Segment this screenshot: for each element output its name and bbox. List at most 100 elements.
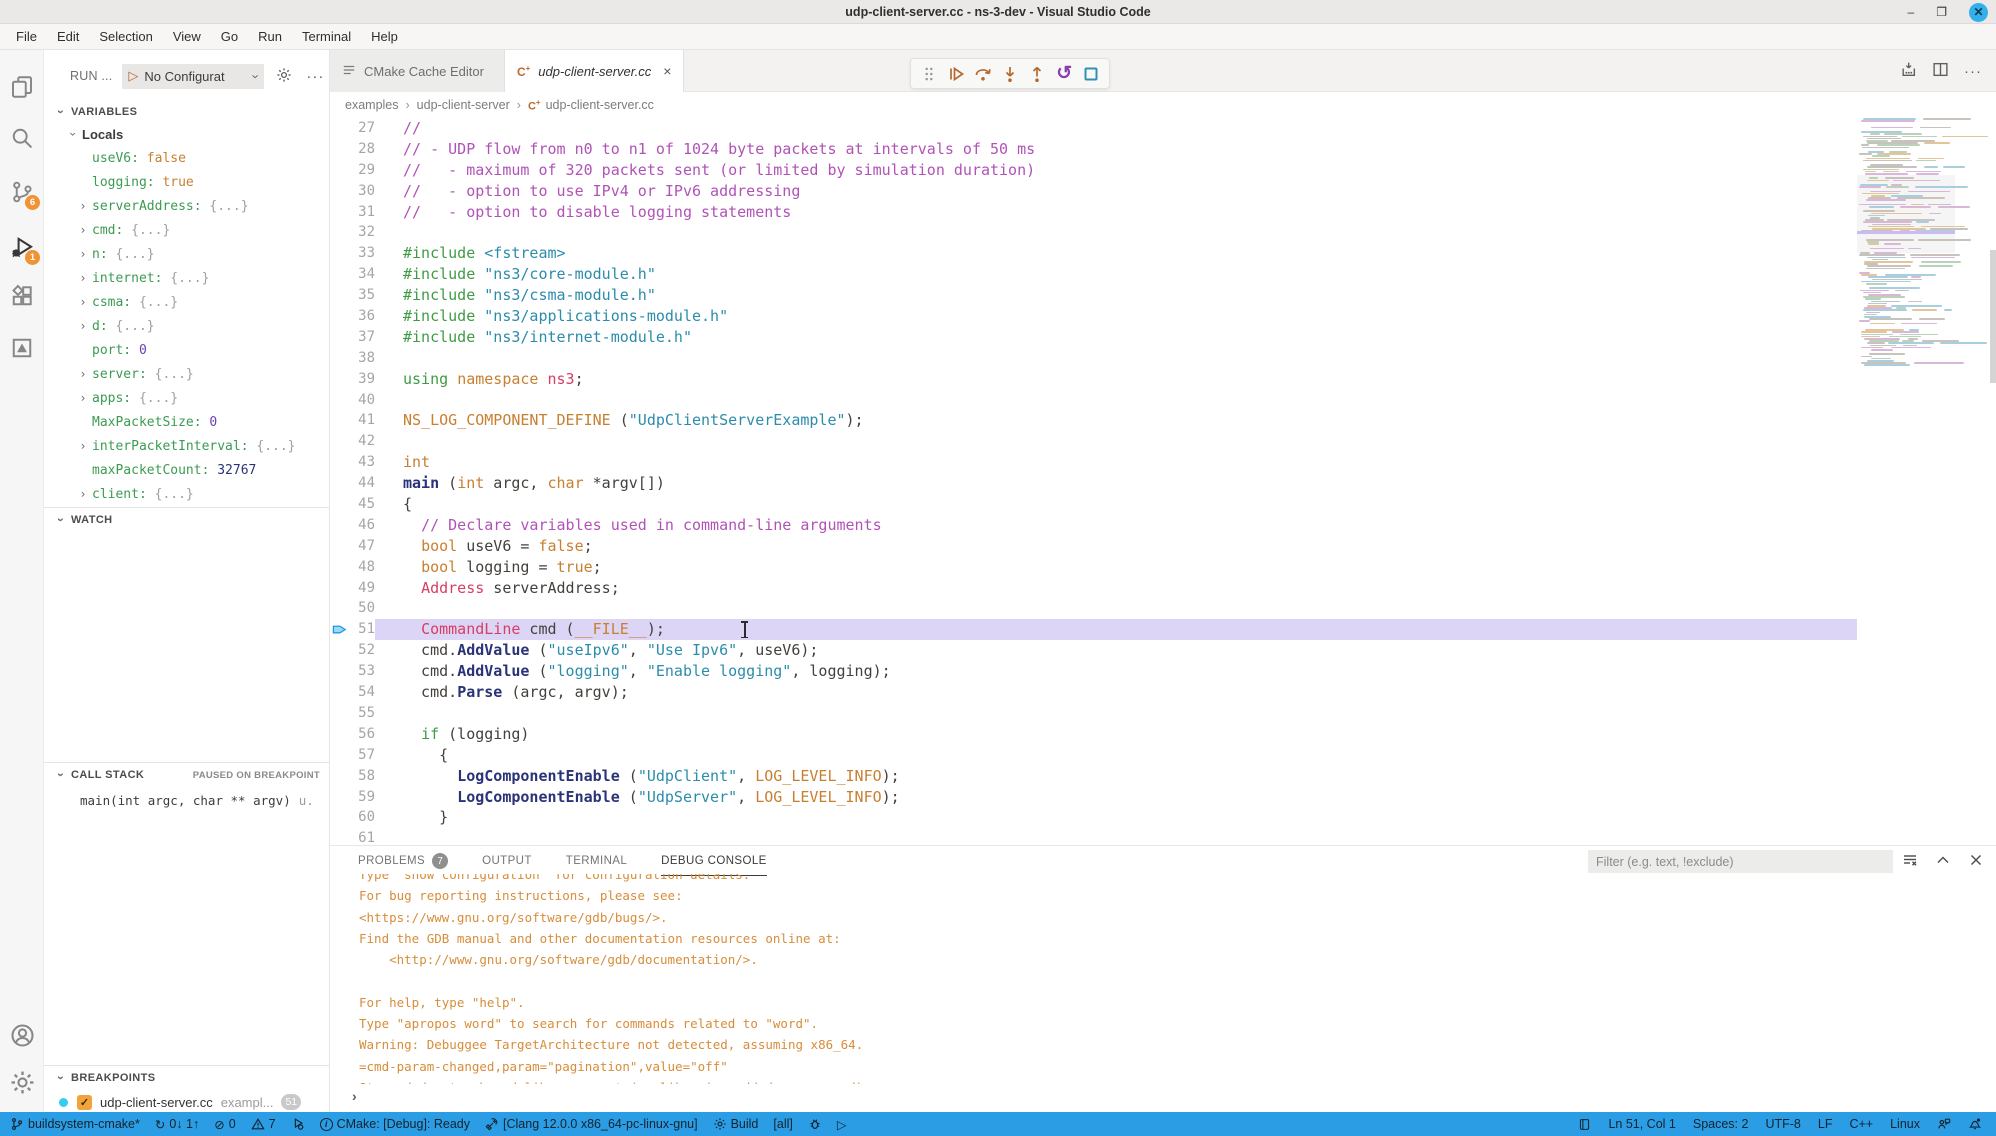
line-number[interactable]: 47 xyxy=(348,536,375,557)
code-text[interactable] xyxy=(375,348,1857,369)
code-line-53[interactable]: 53 cmd.AddValue ("logging", "Enable logg… xyxy=(330,661,1857,682)
code-text[interactable]: bool logging = true; xyxy=(375,557,1857,578)
line-number[interactable]: 38 xyxy=(348,348,375,369)
tab-udp-client-server[interactable]: C+ udp-client-server.cc × xyxy=(505,50,684,92)
breakpoints-section-header[interactable]: › BREAKPOINTS xyxy=(44,1066,330,1090)
code-line-33[interactable]: 33#include <fstream> xyxy=(330,243,1857,264)
restart-button[interactable]: ↺ xyxy=(1052,62,1076,86)
line-number[interactable]: 28 xyxy=(348,139,375,160)
breakpoint-gutter[interactable] xyxy=(330,139,348,160)
debug-config-dropdown[interactable]: ▷ No Configurat › xyxy=(122,64,264,89)
status-cursor-position[interactable]: Ln 51, Col 1 xyxy=(1608,1117,1675,1131)
breakpoint-gutter[interactable] xyxy=(330,285,348,306)
breakpoint-gutter[interactable] xyxy=(330,369,348,390)
line-number[interactable]: 41 xyxy=(348,410,375,431)
code-text[interactable] xyxy=(375,598,1857,619)
line-number[interactable]: 37 xyxy=(348,327,375,348)
breakpoint-gutter[interactable] xyxy=(330,536,348,557)
continue-button[interactable] xyxy=(944,62,968,86)
views-more-actions[interactable]: ··· xyxy=(306,68,324,85)
breakpoint-gutter[interactable] xyxy=(330,578,348,599)
status-eol[interactable]: LF xyxy=(1818,1117,1833,1131)
breadcrumb-item[interactable]: examples xyxy=(345,98,399,112)
run-file-icon[interactable] xyxy=(1900,61,1917,81)
status-cmake-target[interactable]: [all] xyxy=(773,1117,792,1131)
stop-button[interactable] xyxy=(1079,62,1103,86)
manage-gear-icon[interactable] xyxy=(0,1060,44,1104)
variable-row[interactable]: MaxPacketSize: 0 xyxy=(44,410,330,434)
line-number[interactable]: 58 xyxy=(348,766,375,787)
variable-row[interactable]: ›serverAddress: {...} xyxy=(44,194,330,218)
line-number[interactable]: 43 xyxy=(348,452,375,473)
code-text[interactable]: #include "ns3/internet-module.h" xyxy=(375,327,1857,348)
line-number[interactable]: 33 xyxy=(348,243,375,264)
code-text[interactable]: #include "ns3/core-module.h" xyxy=(375,264,1857,285)
status-warning-count[interactable]: 7 xyxy=(251,1117,276,1131)
breakpoint-gutter[interactable] xyxy=(330,181,348,202)
status-os-target[interactable]: Linux xyxy=(1890,1117,1920,1131)
breakpoint-gutter[interactable] xyxy=(330,619,348,640)
menu-edit[interactable]: Edit xyxy=(47,29,89,44)
line-number[interactable]: 60 xyxy=(348,807,375,828)
status-indentation[interactable]: Spaces: 2 xyxy=(1693,1117,1749,1131)
run-and-debug-icon[interactable]: 1 xyxy=(0,225,44,269)
breakpoint-gutter[interactable] xyxy=(330,222,348,243)
code-line-60[interactable]: 60 } xyxy=(330,807,1857,828)
variable-row[interactable]: ›cmd: {...} xyxy=(44,218,330,242)
code-text[interactable]: // - option to use IPv4 or IPv6 addressi… xyxy=(375,181,1857,202)
variable-row[interactable]: ›apps: {...} xyxy=(44,386,330,410)
line-number[interactable]: 34 xyxy=(348,264,375,285)
status-feedback[interactable] xyxy=(1937,1117,1951,1131)
breadcrumb-item[interactable]: udp-client-server.cc xyxy=(546,98,654,112)
debug-settings-gear-icon[interactable] xyxy=(276,67,292,86)
call-stack-frame[interactable]: main(int argc, char ** argv) u. xyxy=(44,788,330,812)
code-text[interactable]: NS_LOG_COMPONENT_DEFINE ("UdpClientServe… xyxy=(375,410,1857,431)
code-text[interactable]: cmd.Parse (argc, argv); xyxy=(375,682,1857,703)
code-line-40[interactable]: 40 xyxy=(330,390,1857,411)
step-into-button[interactable] xyxy=(998,62,1022,86)
breakpoint-gutter[interactable] xyxy=(330,327,348,348)
menu-selection[interactable]: Selection xyxy=(89,29,162,44)
code-line-37[interactable]: 37#include "ns3/internet-module.h" xyxy=(330,327,1857,348)
code-text[interactable]: using namespace ns3; xyxy=(375,369,1857,390)
breakpoint-item[interactable]: ✓ udp-client-server.cc exampl... 51 xyxy=(44,1090,330,1114)
search-icon[interactable] xyxy=(0,116,44,160)
line-number[interactable]: 61 xyxy=(348,828,375,845)
variable-row[interactable]: ›client: {...} xyxy=(44,482,330,506)
code-text[interactable]: cmd.AddValue ("useIpv6", "Use Ipv6", use… xyxy=(375,640,1857,661)
debug-console-filter-input[interactable] xyxy=(1588,850,1893,873)
line-number[interactable]: 49 xyxy=(348,578,375,599)
line-number[interactable]: 57 xyxy=(348,745,375,766)
titlebar[interactable]: udp-client-server.cc - ns-3-dev - Visual… xyxy=(0,0,1996,24)
breakpoint-gutter[interactable] xyxy=(330,807,348,828)
panel-tab-debug-console[interactable]: DEBUG CONSOLE xyxy=(661,846,767,876)
code-text[interactable]: int xyxy=(375,452,1857,473)
breakpoint-gutter[interactable] xyxy=(330,682,348,703)
code-line-50[interactable]: 50 xyxy=(330,598,1857,619)
code-text[interactable] xyxy=(375,828,1857,845)
breakpoint-checkbox[interactable]: ✓ xyxy=(77,1095,92,1110)
code-text[interactable]: // - maximum of 320 packets sent (or lim… xyxy=(375,160,1857,181)
code-text[interactable]: } xyxy=(375,807,1857,828)
breadcrumb-item[interactable]: udp-client-server xyxy=(417,98,510,112)
breakpoint-gutter[interactable] xyxy=(330,724,348,745)
code-text[interactable]: #include "ns3/applications-module.h" xyxy=(375,306,1857,327)
line-number[interactable]: 36 xyxy=(348,306,375,327)
code-line-45[interactable]: 45{ xyxy=(330,494,1857,515)
line-number[interactable]: 35 xyxy=(348,285,375,306)
breakpoint-gutter[interactable] xyxy=(330,494,348,515)
source-control-icon[interactable]: 6 xyxy=(0,170,44,214)
status-cmake-kit[interactable]: [Clang 12.0.0 x86_64-pc-linux-gnu] xyxy=(485,1117,698,1131)
code-text[interactable]: // xyxy=(375,118,1857,139)
variable-row[interactable]: ›csma: {...} xyxy=(44,290,330,314)
breakpoint-gutter[interactable] xyxy=(330,348,348,369)
breakpoint-gutter[interactable] xyxy=(330,410,348,431)
menu-view[interactable]: View xyxy=(163,29,211,44)
editor-scrollbar[interactable] xyxy=(1990,250,1996,383)
line-number[interactable]: 46 xyxy=(348,515,375,536)
menu-help[interactable]: Help xyxy=(361,29,408,44)
code-line-51[interactable]: 51 CommandLine cmd (__FILE__); xyxy=(330,619,1857,640)
code-text[interactable] xyxy=(375,703,1857,724)
line-number[interactable]: 54 xyxy=(348,682,375,703)
code-text[interactable]: { xyxy=(375,494,1857,515)
